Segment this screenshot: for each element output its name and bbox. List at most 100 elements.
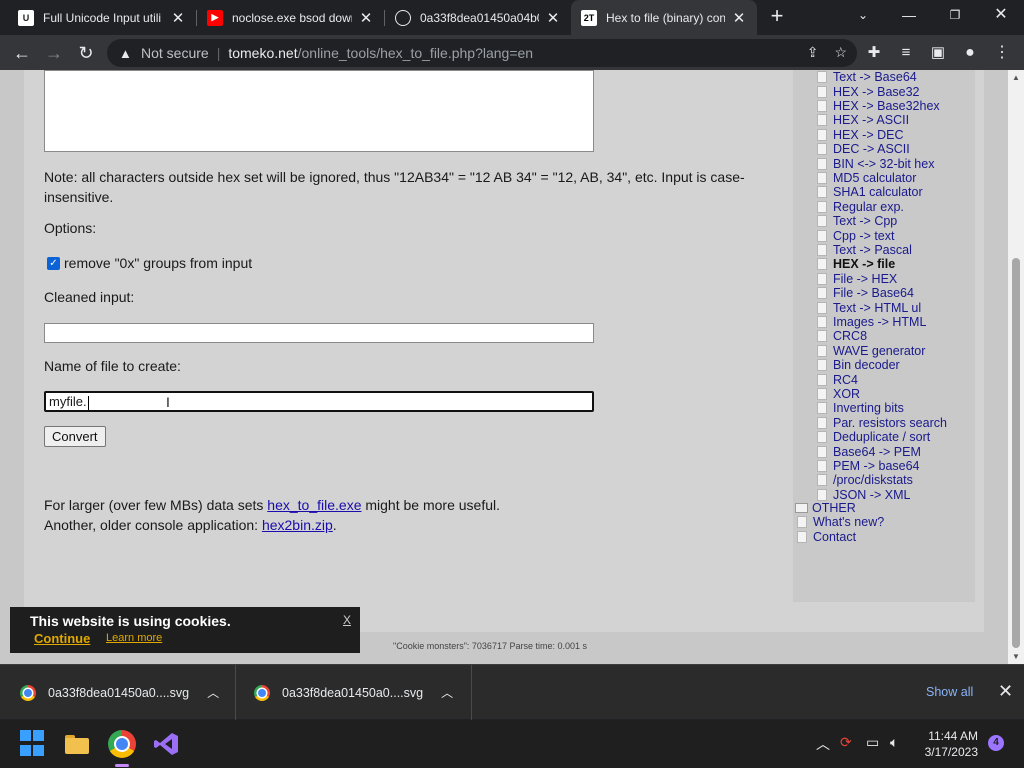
back-arrow-icon[interactable]: ← <box>8 39 36 67</box>
remove-0x-checkbox[interactable]: ✓ <box>47 256 60 270</box>
close-window-button[interactable]: ✕ <box>978 0 1024 30</box>
sidebar-item-other[interactable]: OTHER <box>795 501 856 515</box>
convert-button[interactable]: Convert <box>44 426 106 447</box>
sidebar-item[interactable]: Images -> HTML <box>817 315 926 329</box>
scroll-up-arrow-icon[interactable]: ▲ <box>1012 73 1020 82</box>
sidebar-item[interactable]: File -> HEX <box>817 272 897 286</box>
sidebar-item[interactable]: Bin decoder <box>817 358 900 372</box>
volume-icon[interactable]: 🔈︎ <box>890 734 898 751</box>
sidebar-item[interactable]: HEX -> ASCII <box>817 113 909 127</box>
hex2bin-zip-link[interactable]: hex2bin.zip <box>262 517 333 533</box>
tab-unicode-input[interactable]: U Full Unicode Input utili ✕ <box>8 0 196 35</box>
tab-search-chevron-icon[interactable]: ⌄ <box>840 0 886 30</box>
download-item[interactable]: 0a33f8dea01450a0....svg ︿ <box>0 665 236 720</box>
document-icon <box>817 171 827 184</box>
sidebar-item[interactable]: Par. resistors search <box>817 416 947 430</box>
cookie-close-button[interactable]: X <box>343 613 351 627</box>
windows-start-icon[interactable] <box>20 730 48 758</box>
close-downloads-icon[interactable]: ✕ <box>998 681 1013 702</box>
remove-0x-option[interactable]: ✓ remove "0x" groups from input <box>47 255 252 271</box>
sidebar-item[interactable]: BIN <-> 32-bit hex <box>817 156 934 171</box>
sidebar-item[interactable]: MD5 calculator <box>817 171 916 185</box>
sidebar-item[interactable]: WAVE generator <box>817 344 925 358</box>
tab-noclose-video[interactable]: ▶ noclose.exe bsod down ✕ <box>197 0 384 35</box>
sidebar-item[interactable]: JSON -> XML <box>817 488 910 502</box>
download-item[interactable]: 0a33f8dea01450a0....svg ︿ <box>236 665 472 720</box>
filename-input[interactable]: myfile. <box>44 391 594 412</box>
sidebar-item[interactable]: Cpp -> text <box>817 228 895 243</box>
sidebar-item[interactable]: File -> Base64 <box>817 286 914 300</box>
sidebar-item[interactable]: Text -> HTML ul <box>817 300 921 315</box>
sidebar-item[interactable]: /proc/diskstats <box>817 473 913 487</box>
sidebar-item[interactable]: Text -> Pascal <box>817 243 912 257</box>
media-queue-icon[interactable]: ≡ <box>892 39 920 67</box>
tab-close-icon[interactable]: ✕ <box>170 9 186 27</box>
new-tab-button[interactable]: + <box>765 4 789 30</box>
sidebar-item[interactable]: PEM -> base64 <box>817 459 920 473</box>
share-icon[interactable]: ⇪ <box>807 44 819 61</box>
hex-input-textarea[interactable] <box>44 70 594 152</box>
notification-badge[interactable]: 4 <box>988 735 1004 751</box>
sidebar-item[interactable]: XOR <box>817 387 860 401</box>
cookie-learn-more-link[interactable]: Learn more <box>106 632 162 644</box>
url-path: /online_tools/hex_to_file.php?lang=en <box>297 45 534 61</box>
tab-close-icon[interactable]: ✕ <box>731 9 747 27</box>
alternatives-text: For larger (over few MBs) data sets hex_… <box>44 495 500 535</box>
cleaned-input-field[interactable] <box>44 323 594 343</box>
sidebar-item[interactable]: CRC8 <box>817 329 867 343</box>
youtube-favicon-icon: ▶ <box>207 9 223 26</box>
sidebar-item[interactable]: RC4 <box>817 372 858 387</box>
warning-triangle-icon[interactable]: ▲ <box>119 46 133 61</box>
hex-to-file-exe-link[interactable]: hex_to_file.exe <box>267 497 361 513</box>
url-host: tomeko.net <box>228 45 298 61</box>
kebab-menu-icon[interactable]: ⋮ <box>988 39 1016 67</box>
sidebar-item[interactable]: Base64 -> PEM <box>817 444 921 459</box>
tab-hex-to-file[interactable]: 2T Hex to file (binary) con ✕ <box>571 0 757 35</box>
sidebar-item[interactable]: Text -> Cpp <box>817 214 897 228</box>
sidebar-item[interactable]: Regular exp. <box>817 200 904 214</box>
sidebar-item-label: File -> HEX <box>833 271 898 286</box>
side-panel-icon[interactable]: ▣ <box>924 39 952 67</box>
address-bar[interactable]: ▲ Not secure | tomeko.net /online_tools/… <box>107 39 857 67</box>
tab-svg-file[interactable]: 0a33f8dea01450a04b0 ✕ <box>385 0 571 35</box>
scrollbar-thumb[interactable] <box>1012 258 1020 648</box>
extensions-puzzle-icon[interactable]: ✚ <box>860 39 888 67</box>
sidebar-item-whats-new[interactable]: What's new? <box>797 515 884 529</box>
sidebar-item[interactable]: HEX -> DEC <box>817 128 904 142</box>
document-icon <box>817 71 827 84</box>
minimize-button[interactable]: — <box>886 0 932 30</box>
sidebar-item[interactable]: Deduplicate / sort <box>817 430 930 444</box>
chevron-up-icon[interactable]: ︿ <box>441 684 453 701</box>
visual-studio-icon[interactable] <box>152 730 180 758</box>
sidebar-item[interactable]: Inverting bits <box>817 401 904 415</box>
sidebar-item-contact[interactable]: Contact <box>797 530 856 544</box>
vertical-scrollbar[interactable]: ▲ ▼ <box>1008 70 1024 664</box>
cookie-continue-link[interactable]: Continue <box>34 631 90 646</box>
sidebar-item[interactable]: Text -> Base64 <box>817 70 917 84</box>
not-secure-label[interactable]: Not secure <box>141 45 209 61</box>
system-clock[interactable]: 11:44 AM 3/17/2023 <box>918 728 978 760</box>
tab-close-icon[interactable]: ✕ <box>545 9 561 27</box>
profile-avatar-icon[interactable]: ● <box>956 39 984 67</box>
chevron-up-icon[interactable]: ︿ <box>207 684 219 701</box>
sidebar-item[interactable]: SHA1 calculator <box>817 185 923 199</box>
network-icon[interactable]: ▭ <box>866 734 879 751</box>
document-icon <box>797 516 807 529</box>
tab-close-icon[interactable]: ✕ <box>358 9 374 27</box>
sidebar-item[interactable]: DEC -> ASCII <box>817 142 910 156</box>
document-icon <box>817 315 827 328</box>
sidebar-item[interactable]: HEX -> Base32hex <box>817 99 940 113</box>
bookmark-star-icon[interactable]: ☆ <box>834 44 847 61</box>
restore-button[interactable]: ❐ <box>932 0 978 30</box>
sidebar-item[interactable]: HEX -> file <box>817 257 895 271</box>
scroll-down-arrow-icon[interactable]: ▼ <box>1012 652 1020 661</box>
sidebar-item[interactable]: HEX -> Base32 <box>817 84 920 99</box>
chrome-app-icon[interactable] <box>108 730 136 758</box>
page-viewport: Note: all characters outside hex set wil… <box>0 70 1008 664</box>
sync-error-icon[interactable]: ⟳ <box>840 734 852 751</box>
reload-icon[interactable]: ↻ <box>72 39 100 67</box>
file-explorer-icon[interactable] <box>64 730 92 758</box>
tray-chevron-up-icon[interactable]: ︿ <box>816 734 830 754</box>
forward-arrow-icon[interactable]: → <box>40 39 68 67</box>
show-all-downloads-link[interactable]: Show all <box>926 685 973 699</box>
